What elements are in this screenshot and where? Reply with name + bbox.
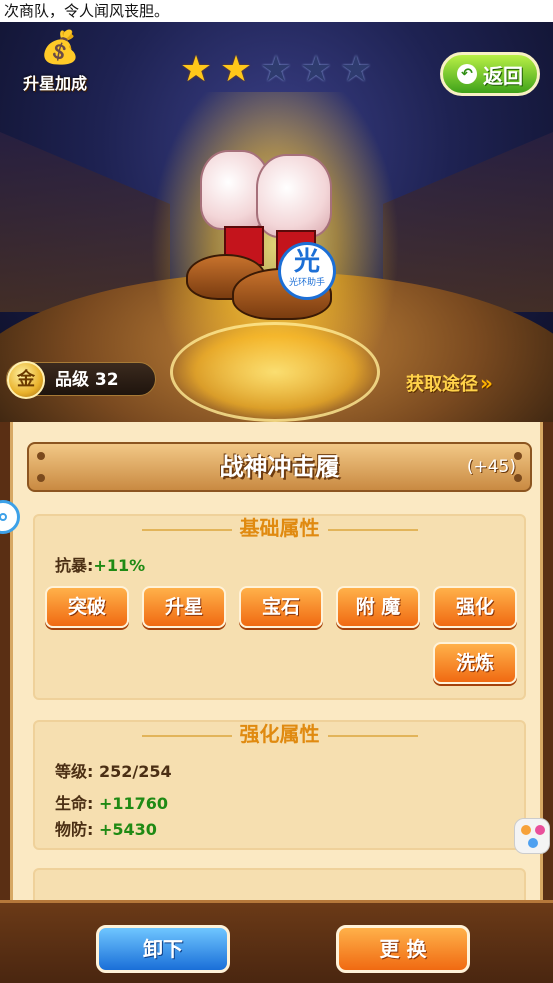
double-chevron-right-icon: » (480, 371, 493, 395)
crit-resist-label: 抗暴: (55, 556, 94, 575)
defense-attr: 物防: +5430 (55, 816, 157, 840)
star-boost-label: 升星加成 (22, 74, 87, 93)
replace-button[interactable]: 更 换 (336, 925, 470, 973)
star-boost-button[interactable]: 💰 升星加成 (10, 30, 100, 94)
enhance-title: 强化属性 (239, 722, 320, 746)
right-boot-fur (256, 154, 332, 238)
star-empty-icon: ★ (339, 49, 373, 90)
crit-resist-value: +11% (93, 556, 146, 575)
basic-title: 基础属性 (239, 516, 320, 540)
star-empty-icon: ★ (299, 49, 333, 90)
obtain-source-link[interactable]: 获取途径» (406, 368, 493, 398)
detail-panel: 战神冲击履 (+45) 基础属性 抗暴:+11% 突破 升星 宝石 附 魔 强化… (10, 422, 543, 908)
tool-dot (521, 825, 531, 835)
item-title-bar: 战神冲击履 (+45) (27, 442, 532, 492)
hp-value: +11760 (98, 794, 169, 813)
scrolling-announcement: 次商队，令人闻风丧胆。 (0, 0, 553, 22)
hp-attr: 生命: +11760 (55, 790, 168, 814)
enhance-attributes-section: 强化属性 等级: 252/254 生命: +11760 物防: +5430 (33, 720, 526, 850)
refine-button[interactable]: 洗炼 (433, 642, 517, 684)
divider (141, 734, 232, 737)
gold-coin-icon: 金 (7, 361, 45, 399)
tool-dot (528, 838, 538, 848)
breakthrough-button[interactable]: 突破 (45, 586, 129, 628)
crit-resist-attr: 抗暴:+11% (55, 552, 145, 576)
section-title: 基础属性 (35, 512, 524, 541)
star-filled-icon: ★ (219, 49, 253, 90)
halo-assistant-badge[interactable]: 光 光环助手 (278, 242, 336, 300)
divider (327, 734, 418, 737)
action-footer: 卸下 更 换 (0, 900, 553, 983)
section-title: 强化属性 (35, 718, 524, 747)
item-name: 战神冲击履 (219, 453, 340, 481)
obtain-source-label: 获取途径 (406, 374, 478, 395)
gem-button[interactable]: 宝石 (239, 586, 323, 628)
eye-icon (0, 513, 7, 521)
skull-emblem (170, 322, 380, 422)
unequip-button[interactable]: 卸下 (96, 925, 230, 973)
grade-label: 品级 32 (55, 370, 119, 390)
enhance-level: (+45) (466, 457, 516, 477)
boots-item-image (186, 150, 346, 330)
back-label: 返回 (483, 63, 523, 88)
item-grade: 金 品级 32 (6, 361, 156, 399)
level-value: 252/254 (98, 762, 172, 781)
star-up-button[interactable]: 升星 (142, 586, 226, 628)
hp-label: 生命: (55, 794, 94, 813)
halo-badge-text: 光环助手 (288, 278, 325, 288)
enchant-button[interactable]: 附 魔 (336, 586, 420, 628)
basic-attributes-section: 基础属性 抗暴:+11% 突破 升星 宝石 附 魔 强化 洗炼 (33, 514, 526, 700)
defense-value: +5430 (98, 820, 157, 839)
star-filled-icon: ★ (179, 49, 213, 90)
return-arrow-icon: ↶ (457, 64, 477, 84)
divider (141, 528, 232, 531)
tool-dot (535, 825, 545, 835)
treasure-bag-icon: 💰 (40, 28, 80, 66)
halo-glyph: 光 (293, 247, 320, 277)
star-rating: ★ ★ ★ ★ ★ (176, 50, 376, 90)
level-label: 等级: (55, 762, 94, 781)
back-button[interactable]: ↶ 返回 (440, 52, 540, 96)
level-attr: 等级: 252/254 (55, 758, 172, 782)
defense-label: 物防: (55, 820, 94, 839)
enhance-button[interactable]: 强化 (433, 586, 517, 628)
divider (327, 528, 418, 531)
star-empty-icon: ★ (259, 49, 293, 90)
detail-panel-frame: 战神冲击履 (+45) 基础属性 抗暴:+11% 突破 升星 宝石 附 魔 强化… (0, 422, 553, 983)
floating-tool-button[interactable] (514, 818, 550, 854)
